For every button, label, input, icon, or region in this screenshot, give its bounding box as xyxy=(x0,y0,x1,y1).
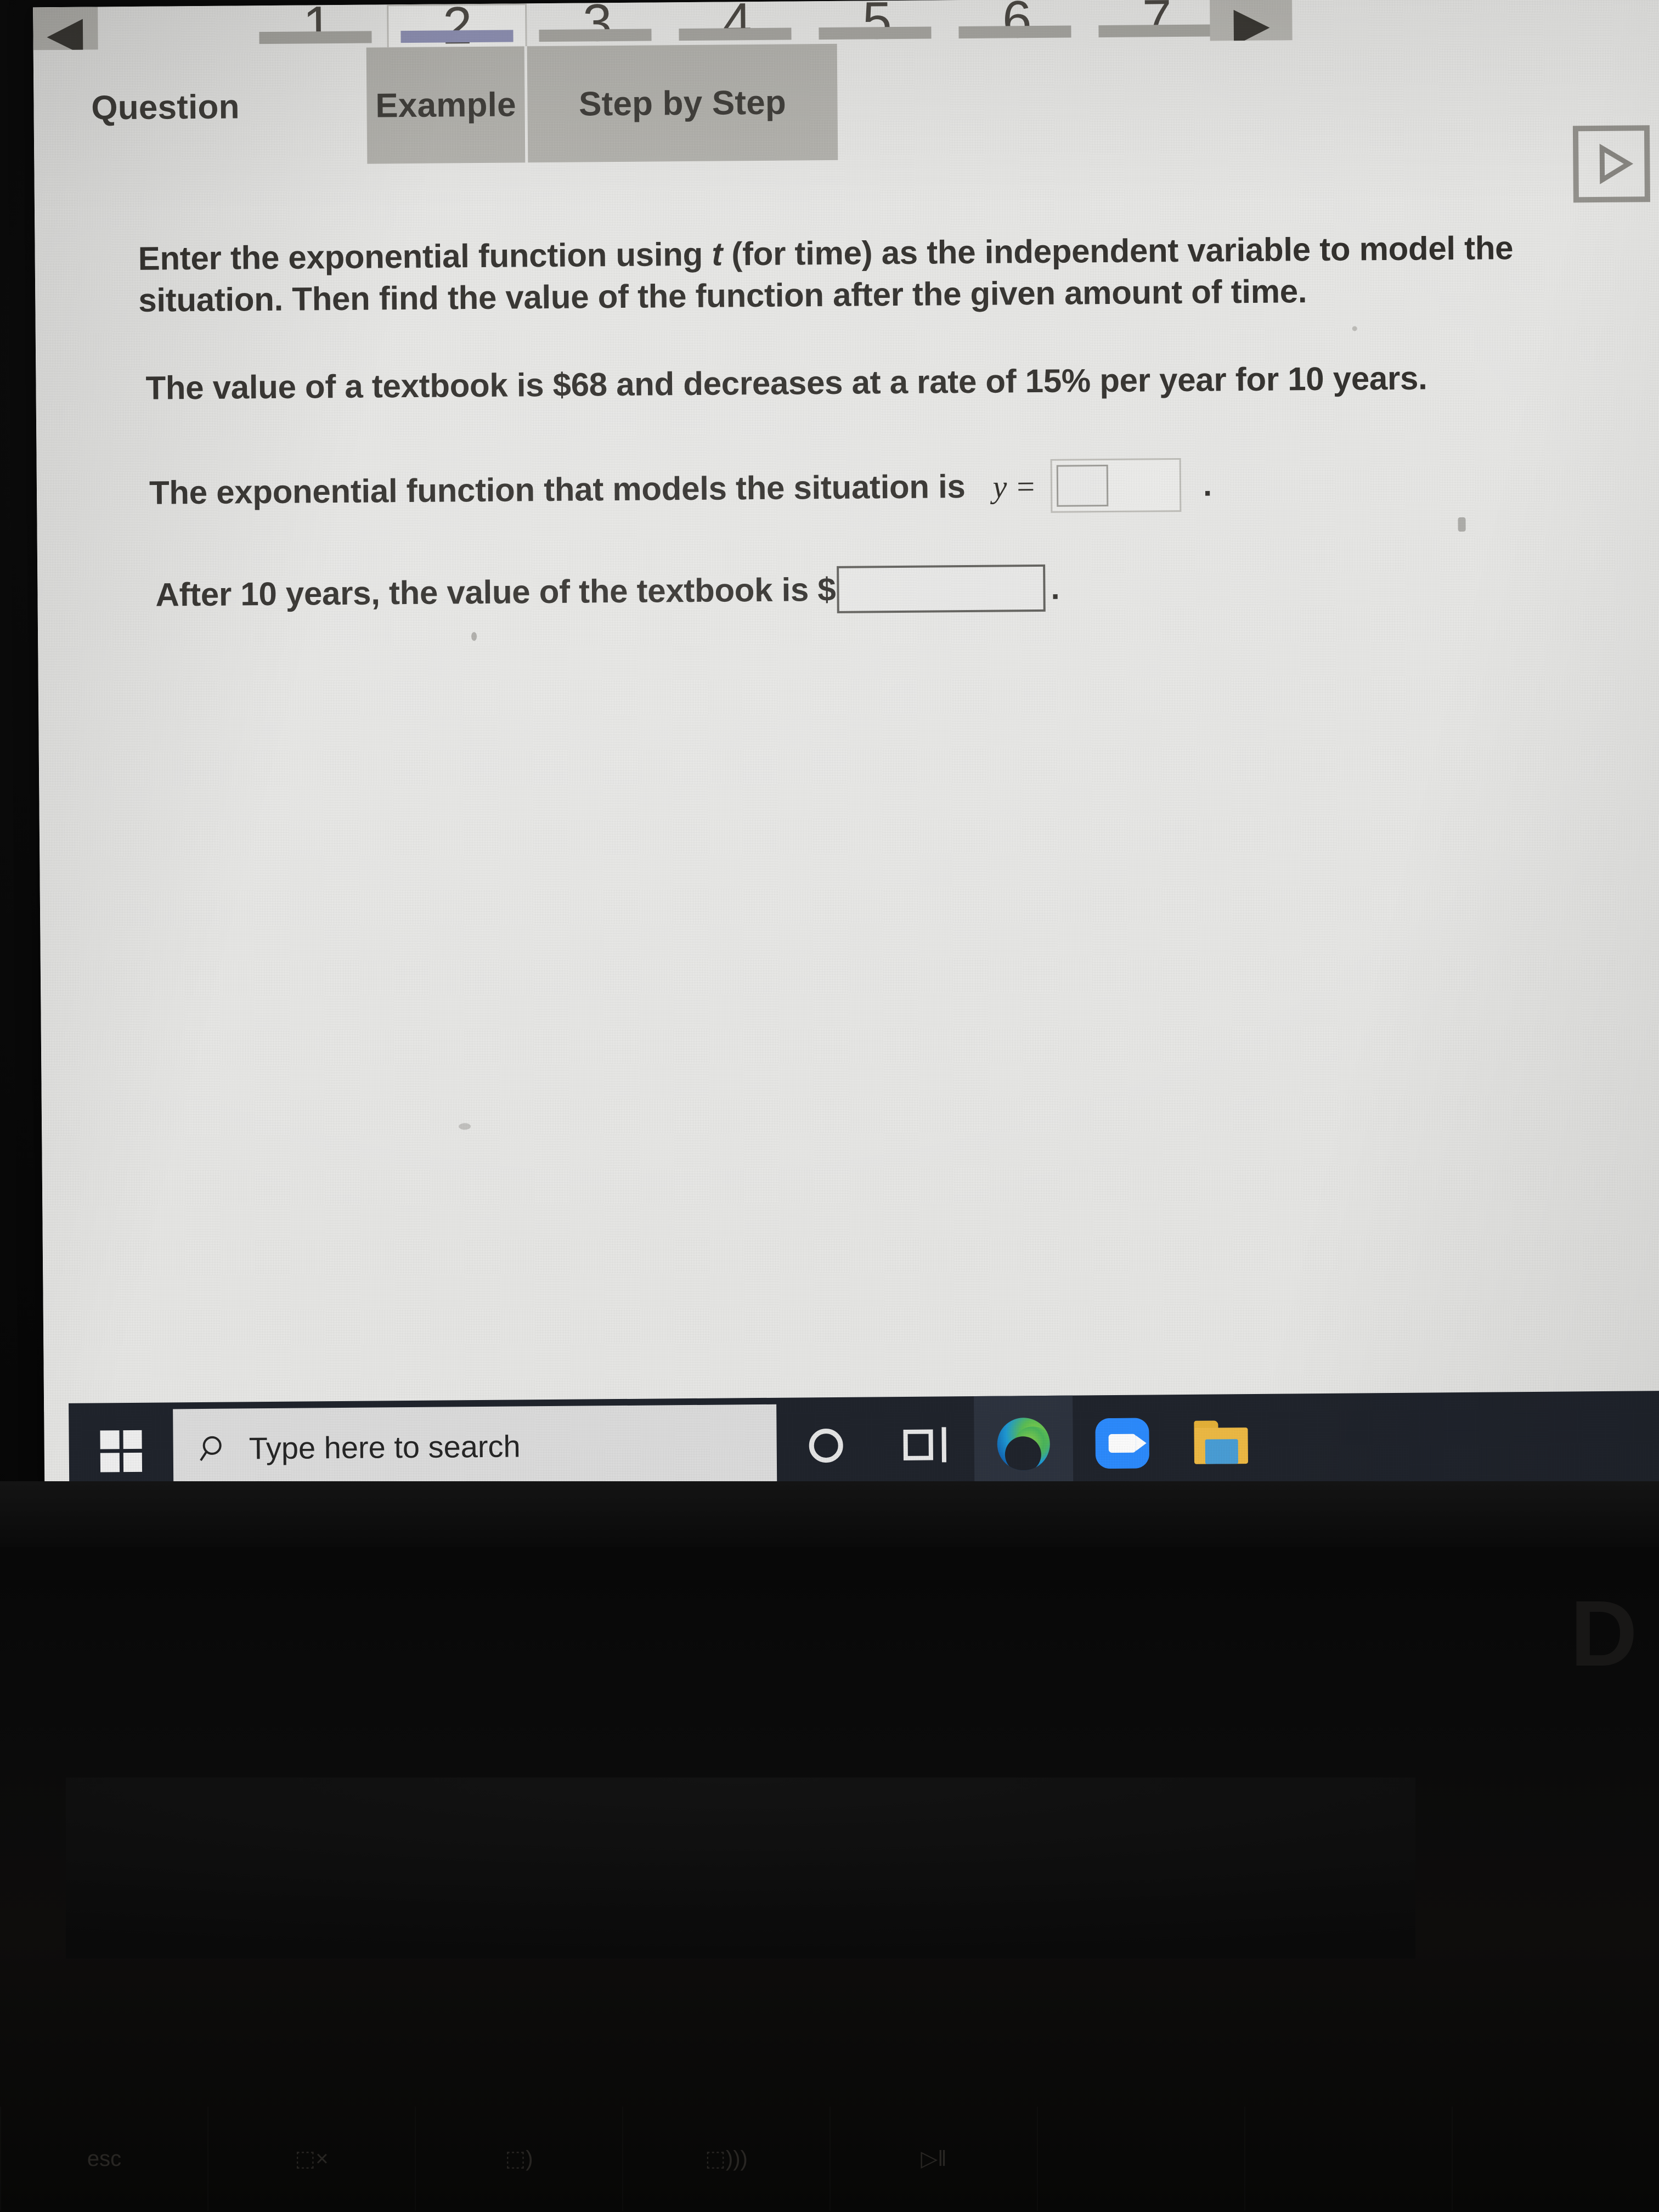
key-play-pause-label: ▷‖ xyxy=(921,2147,947,2171)
tab-example-label: Example xyxy=(375,85,516,125)
function-key-row: esc ⬚× ⬚) ⬚))) ▷‖ xyxy=(0,2107,1659,2211)
bezel-reflection-letter: D xyxy=(1570,1582,1638,1686)
function-answer-line: The exponential function that models the… xyxy=(149,458,1212,520)
function-input-cursor-cell[interactable] xyxy=(1056,465,1109,507)
key-play-pause[interactable]: ▷‖ xyxy=(830,2107,1037,2211)
screen-speck xyxy=(1352,326,1357,331)
file-explorer-button[interactable] xyxy=(1171,1394,1271,1491)
question-number-list: 1 2 3 4 5 6 7 xyxy=(247,0,1227,50)
tab-question-label: Question xyxy=(91,87,240,127)
key-blank-2[interactable] xyxy=(1244,2107,1452,2211)
microsoft-edge-button[interactable] xyxy=(974,1395,1074,1492)
question-number-item[interactable]: 3 xyxy=(527,0,667,50)
windows-logo-icon xyxy=(100,1430,143,1472)
key-volume-up-label: ⬚))) xyxy=(705,2147,748,2171)
key-mute-label: ⬚× xyxy=(295,2147,329,2171)
palm-rest xyxy=(66,1778,1415,1959)
value-answer-line: After 10 years, the value of the textboo… xyxy=(155,564,1060,619)
value-input[interactable] xyxy=(837,564,1046,613)
screen-speck xyxy=(459,1123,471,1130)
value-prompt: After 10 years, the value of the textboo… xyxy=(155,571,836,613)
function-input[interactable] xyxy=(1050,458,1182,513)
key-blank-1[interactable] xyxy=(1037,2107,1244,2211)
caret-right-icon: ▸ xyxy=(1234,0,1268,50)
question-number-item[interactable]: 4 xyxy=(667,0,807,50)
next-question-button[interactable]: ▸ xyxy=(1210,0,1293,50)
key-mute[interactable]: ⬚× xyxy=(207,2107,415,2211)
taskbar-search-box[interactable]: Type here to search xyxy=(173,1404,777,1489)
taskbar-search-placeholder: Type here to search xyxy=(249,1429,521,1466)
problem-fact: The value of a textbook is $68 and decre… xyxy=(145,359,1427,407)
instruction-part1: Enter the exponential function using xyxy=(138,235,703,277)
zoom-icon xyxy=(1095,1417,1150,1469)
tab-example[interactable]: Example xyxy=(366,46,526,164)
file-explorer-icon xyxy=(1194,1420,1249,1465)
search-icon xyxy=(200,1436,222,1461)
question-progress-bar xyxy=(400,30,514,43)
question-number-item-selected[interactable]: 2 xyxy=(387,0,527,50)
question-progress-bar xyxy=(259,31,372,44)
question-progress-bar xyxy=(819,26,932,40)
question-progress-bar xyxy=(958,25,1071,39)
function-prompt: The exponential function that models the… xyxy=(149,467,966,511)
question-progress-bar xyxy=(539,29,652,42)
value-period: . xyxy=(1051,570,1060,606)
key-esc[interactable]: esc xyxy=(0,2107,207,2211)
cortana-button[interactable] xyxy=(776,1397,876,1493)
laptop-photo: ◂ 1 2 3 4 5 6 7 ▸ Question Example Step … xyxy=(0,0,1659,2212)
caret-left-icon: ◂ xyxy=(48,0,83,50)
next-button[interactable] xyxy=(1572,125,1650,203)
screen-speck xyxy=(1458,517,1466,532)
question-number-item[interactable]: 6 xyxy=(946,0,1087,49)
cortana-icon xyxy=(809,1428,843,1463)
function-lhs: y = xyxy=(992,468,1037,505)
instruction-variable: t xyxy=(712,235,723,273)
zoom-button[interactable] xyxy=(1073,1395,1172,1491)
question-progress-bar xyxy=(1098,24,1211,38)
key-volume-down-label: ⬚) xyxy=(505,2147,533,2171)
tab-question[interactable]: Question xyxy=(72,48,259,166)
question-progress-bar xyxy=(679,27,792,41)
instruction-paragraph: Enter the exponential function using t (… xyxy=(138,227,1609,321)
task-view-icon xyxy=(903,1426,946,1463)
key-blank-3[interactable] xyxy=(1452,2107,1659,2211)
tab-step-by-step-label: Step by Step xyxy=(578,83,787,123)
microsoft-edge-icon xyxy=(997,1417,1051,1471)
task-view-button[interactable] xyxy=(875,1396,974,1493)
question-number-item[interactable]: 5 xyxy=(806,0,947,50)
question-number-item[interactable]: 1 xyxy=(247,0,387,50)
key-esc-label: esc xyxy=(87,2146,122,2171)
browser-page: ◂ 1 2 3 4 5 6 7 ▸ Question Example Step … xyxy=(33,0,1659,1412)
screen-speck xyxy=(471,632,477,641)
play-triangle-icon xyxy=(1599,143,1634,184)
function-period: . xyxy=(1203,467,1212,503)
tab-step-by-step[interactable]: Step by Step xyxy=(527,43,838,163)
prev-question-button[interactable]: ◂ xyxy=(33,0,98,50)
keyboard-deck: esc ⬚× ⬚) ⬚))) ▷‖ xyxy=(0,1481,1659,2212)
key-volume-up[interactable]: ⬚))) xyxy=(622,2107,830,2211)
key-volume-down[interactable]: ⬚) xyxy=(415,2107,622,2211)
laptop-screen: ◂ 1 2 3 4 5 6 7 ▸ Question Example Step … xyxy=(33,0,1659,1500)
tab-bar: Question Example Step by Step xyxy=(33,37,1659,203)
laptop-hinge xyxy=(0,1481,1659,1547)
question-number-item[interactable]: 7 xyxy=(1086,0,1227,48)
